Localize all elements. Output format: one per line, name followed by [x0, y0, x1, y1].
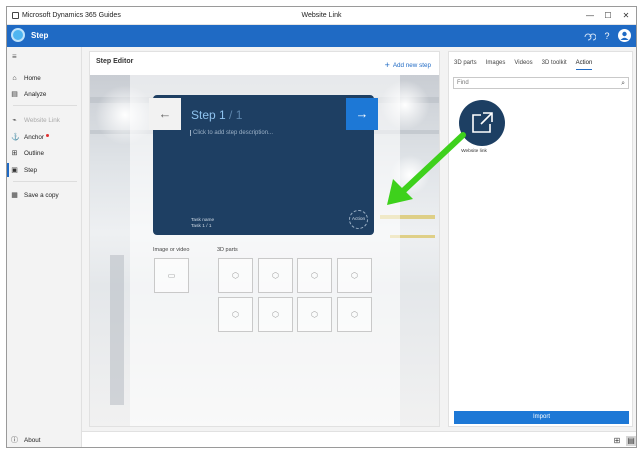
guides-logo-icon: [11, 28, 25, 42]
sidebar-item-anchor[interactable]: ⚓ Anchor: [7, 130, 82, 144]
part-slot[interactable]: ⬡: [258, 258, 293, 293]
sidebar-item-outline[interactable]: ⊞ Outline: [7, 146, 82, 160]
app-title: Microsoft Dynamics 365 Guides: [12, 12, 121, 19]
sidebar-divider: [13, 181, 77, 182]
next-step-button[interactable]: →: [346, 98, 378, 130]
tab-3d-toolkit[interactable]: 3D toolkit: [542, 60, 567, 70]
undo-icon: [584, 33, 597, 41]
part-placeholder-icon: ⬡: [311, 310, 318, 319]
step-editor-panel: Step Editor + Add new step ← → Step 1 / …: [89, 51, 440, 427]
link-icon: ⌁: [12, 117, 17, 124]
sidebar-item-label: Save a copy: [24, 191, 59, 199]
part-placeholder-icon: ⬡: [232, 310, 239, 319]
add-new-step-button[interactable]: + Add new step: [385, 60, 431, 70]
part-slot[interactable]: ⬡: [258, 297, 293, 332]
sidebar-item-label: Step: [24, 166, 37, 174]
undo-redo-button[interactable]: [582, 29, 597, 47]
search-icon: ⌕: [621, 80, 625, 87]
sidebar-item-about[interactable]: ⓘ About: [7, 433, 82, 447]
arrow-right-icon: →: [355, 106, 369, 121]
image-placeholder-icon: ▭: [167, 271, 176, 280]
alert-dot: [45, 133, 49, 137]
app-header: Step ?: [7, 25, 636, 47]
sidebar-item-label: Outline: [24, 149, 44, 157]
card-view-icon[interactable]: ▤: [626, 436, 636, 446]
part-slot[interactable]: ⬡: [218, 297, 253, 332]
library-tabs: 3D parts Images Videos 3D toolkit Action: [454, 60, 601, 70]
step-icon: ▣: [11, 167, 18, 174]
app-icon: [12, 12, 19, 19]
sidebar-item-step[interactable]: ▣ Step: [7, 163, 82, 177]
part-placeholder-icon: ⬡: [272, 271, 279, 280]
plus-icon: +: [384, 60, 390, 70]
add-new-step-label: Add new step: [392, 61, 431, 69]
annotation-arrow-icon: [387, 132, 466, 205]
sidebar-divider: [13, 105, 77, 106]
info-icon: ⓘ: [11, 437, 18, 444]
part-placeholder-icon: ⬡: [311, 271, 318, 280]
user-avatar[interactable]: [618, 29, 631, 42]
sidebar-item-save-copy[interactable]: ▦ Save a copy: [7, 188, 82, 202]
maximize-button[interactable]: ☐: [600, 10, 616, 22]
tab-action[interactable]: Action: [575, 60, 593, 70]
sidebar-item-website-link: ⌁ Website Link: [7, 113, 82, 127]
part-slot[interactable]: ⬡: [218, 258, 253, 293]
previous-step-button[interactable]: ←: [149, 98, 181, 130]
user-icon: [620, 31, 629, 40]
step-card[interactable]: ← → Step 1 / 1 Click to add step descrip…: [149, 95, 378, 235]
status-bar: ⊞ ▤: [82, 431, 636, 447]
sidebar-item-label: Analyze: [24, 90, 47, 98]
search-input[interactable]: Find ⌕: [453, 77, 629, 89]
save-icon: ▦: [11, 192, 18, 199]
warehouse-background-image: ← → Step 1 / 1 Click to add step descrip…: [90, 75, 439, 426]
outline-icon: ⊞: [11, 150, 18, 157]
import-button[interactable]: Import: [454, 411, 629, 424]
close-button[interactable]: ✕: [618, 10, 634, 22]
sidebar-item-label: Anchor: [24, 133, 44, 141]
task-value: Task 1 / 1: [191, 224, 212, 229]
grid-view-icon[interactable]: ⊞: [612, 436, 622, 446]
app-name: Microsoft Dynamics 365 Guides: [22, 12, 121, 19]
task-info: Task name Task 1 / 1: [191, 218, 214, 230]
part-slot[interactable]: ⬡: [337, 258, 372, 293]
part-slot[interactable]: ⬡: [297, 297, 332, 332]
part-placeholder-icon: ⬡: [232, 271, 239, 280]
step-editor-title: Step Editor: [96, 58, 134, 65]
media-slot[interactable]: ▭: [154, 258, 189, 293]
tab-videos[interactable]: Videos: [514, 60, 532, 70]
hamburger-menu-icon[interactable]: ≡: [12, 52, 17, 61]
action-drop-target[interactable]: Action: [349, 210, 368, 229]
analyze-icon: ▤: [11, 91, 18, 98]
sidebar-item-home[interactable]: ⌂ Home: [7, 71, 82, 85]
step-description-input[interactable]: Click to add step description...: [190, 130, 273, 136]
sidebar-item-label: About: [24, 436, 41, 444]
parts-label: 3D parts: [217, 247, 238, 253]
part-placeholder-icon: ⬡: [351, 310, 358, 319]
app-window: Microsoft Dynamics 365 Guides Website Li…: [6, 6, 637, 448]
sidebar-item-label: Website Link: [24, 116, 60, 124]
part-slot[interactable]: ⬡: [297, 258, 332, 293]
home-icon: ⌂: [12, 74, 17, 82]
part-placeholder-icon: ⬡: [351, 271, 358, 280]
title-bar: Microsoft Dynamics 365 Guides Website Li…: [7, 7, 636, 25]
tab-images[interactable]: Images: [486, 60, 506, 70]
part-slot[interactable]: ⬡: [337, 297, 372, 332]
sidebar-item-label: Home: [24, 74, 41, 82]
help-button[interactable]: ?: [600, 29, 614, 43]
step-label: Step 1: [191, 108, 226, 122]
step-total: / 1: [229, 108, 243, 122]
image-or-video-label: Image or video: [153, 247, 190, 253]
step-number: Step 1 / 1: [191, 108, 242, 122]
part-placeholder-icon: ⬡: [272, 310, 279, 319]
arrow-left-icon: ←: [158, 106, 172, 121]
sidebar: ≡ ⌂ Home ▤ Analyze ⌁ Website Link ⚓ Anch…: [7, 47, 82, 447]
content-library-panel: 3D parts Images Videos 3D toolkit Action…: [448, 51, 633, 427]
page-title: Step: [31, 31, 49, 40]
shelf-column: [110, 255, 124, 405]
minimize-button[interactable]: —: [582, 10, 598, 22]
search-placeholder: Find: [457, 80, 469, 86]
tab-3d-parts[interactable]: 3D parts: [454, 60, 477, 70]
anchor-icon: ⚓: [11, 134, 20, 141]
sidebar-item-analyze[interactable]: ▤ Analyze: [7, 87, 82, 101]
